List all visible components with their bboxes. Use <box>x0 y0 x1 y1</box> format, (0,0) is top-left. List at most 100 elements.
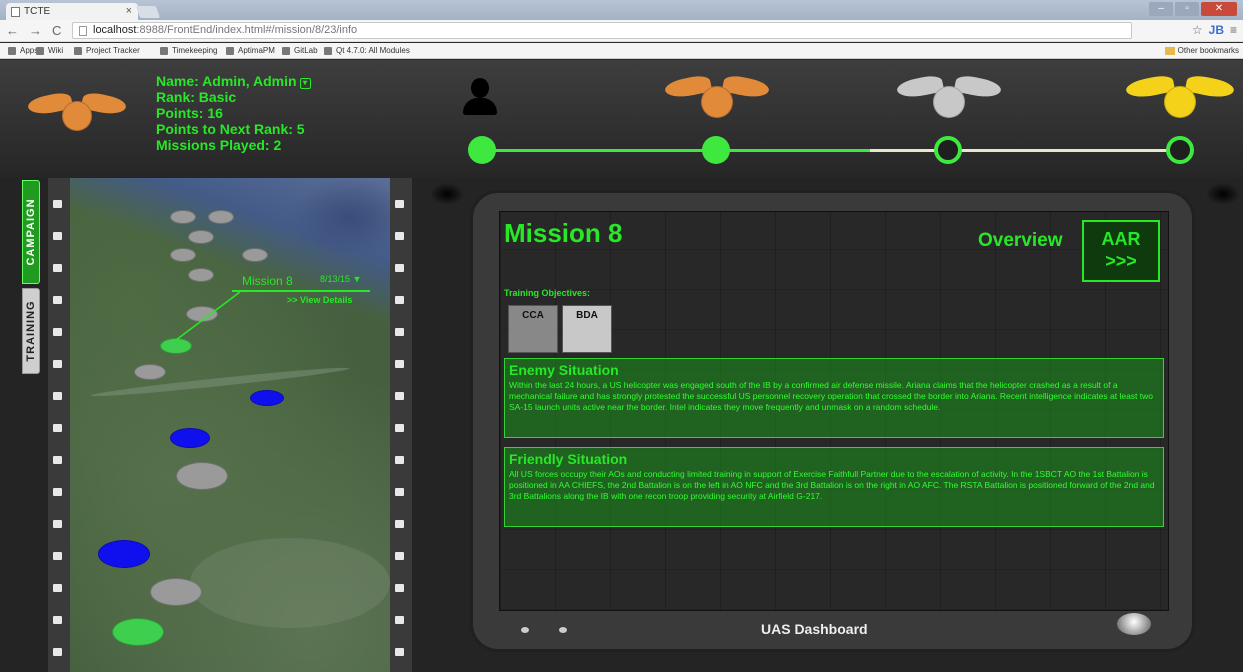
sprocket-hole <box>395 232 404 240</box>
friendly-situation-panel: Friendly Situation All US forces occupy … <box>504 447 1164 527</box>
new-tab-button[interactable] <box>135 6 161 18</box>
page-icon <box>324 46 332 55</box>
url-path: :8988/FrontEnd/index.html#/mission/8/23/… <box>136 24 358 36</box>
browser-tab[interactable]: TCTE × <box>6 3 138 20</box>
bookmark-timekeeping[interactable]: Timekeeping <box>160 46 218 55</box>
bookmark-label: Timekeeping <box>172 46 218 55</box>
user-points: Points: 16 <box>156 105 223 121</box>
sprocket-hole <box>395 392 404 400</box>
console-knob[interactable] <box>1117 613 1151 635</box>
film-strip-left <box>48 178 70 672</box>
minimize-icon[interactable]: – <box>1149 2 1173 16</box>
browser-tab-bar: TCTE × – ▫ ✕ <box>0 0 1243 20</box>
star-icon[interactable]: ☆ <box>1192 23 1203 37</box>
console-bolt <box>430 183 464 205</box>
nav-buttons: ← → C <box>6 23 61 38</box>
bronze-rank-icon <box>663 73 771 122</box>
apps-icon <box>8 46 16 55</box>
silver-rank-icon <box>895 73 1003 122</box>
other-bookmarks[interactable]: Other bookmarks <box>1164 46 1239 55</box>
sprocket-hole <box>53 488 62 496</box>
sprocket-hole <box>395 520 404 528</box>
mission-title: Mission 8 <box>504 218 623 248</box>
enemy-situation-heading: Enemy Situation <box>509 362 619 378</box>
view-details-link[interactable]: >> View Details <box>287 295 352 305</box>
user-rank: Rank: Basic <box>156 89 237 105</box>
console-bolt <box>1206 183 1240 205</box>
user-info: Name: Admin, Admin ▾ Rank: Basic Points: … <box>156 73 311 153</box>
map-callout-leader <box>175 291 241 341</box>
progress-track-remaining <box>870 149 1180 152</box>
menu-icon[interactable]: ≡ <box>1230 23 1237 37</box>
back-icon[interactable]: ← <box>6 23 19 38</box>
sprocket-hole <box>53 424 62 432</box>
page-icon <box>160 46 168 55</box>
bookmark-aptimapm[interactable]: AptimaPM <box>226 46 275 55</box>
objective-label: CCA <box>522 310 544 321</box>
bookmark-label: GitLab <box>294 46 318 55</box>
page-icon <box>11 7 20 17</box>
sprocket-hole <box>395 616 404 624</box>
sprocket-hole <box>53 328 62 336</box>
reload-icon[interactable]: C <box>52 23 61 38</box>
mission-screen: Mission 8 Overview AAR >>> Training Obje… <box>499 211 1169 611</box>
folder-icon <box>1164 46 1175 55</box>
sprocket-hole <box>395 360 404 368</box>
forward-icon[interactable]: → <box>29 23 42 38</box>
tab-campaign-label: CAMPAIGN <box>25 198 37 266</box>
bookmark-apps[interactable]: Apps <box>8 46 38 55</box>
bookmark-label: AptimaPM <box>238 46 275 55</box>
progress-node-bronze <box>702 136 730 164</box>
objective-cca[interactable]: CCA <box>508 305 558 353</box>
bookmark-qt[interactable]: Qt 4.7.0: All Modules <box>324 46 410 55</box>
browser-tab-title: TCTE <box>24 6 51 17</box>
tab-training-label: TRAINING <box>25 300 37 362</box>
maximize-icon[interactable]: ▫ <box>1175 2 1199 16</box>
sprocket-hole <box>395 584 404 592</box>
other-bookmarks-label: Other bookmarks <box>1177 46 1239 55</box>
enemy-situation-panel: Enemy Situation Within the last 24 hours… <box>504 358 1164 438</box>
user-dropdown-icon[interactable]: ▾ <box>299 78 311 89</box>
overview-label: Overview <box>978 230 1063 251</box>
bookmark-project-tracker[interactable]: Project Tracker <box>74 46 140 55</box>
callout-mission-date[interactable]: 8/13/15 ▼ <box>320 274 361 284</box>
bookmark-wiki[interactable]: Wiki <box>36 46 63 55</box>
page-icon <box>79 26 87 36</box>
console-indicator-light <box>559 627 567 633</box>
sprocket-hole <box>53 520 62 528</box>
aar-arrows: >>> <box>1105 251 1137 271</box>
sprocket-hole <box>53 616 62 624</box>
window-close-icon[interactable]: ✕ <box>1201 2 1237 16</box>
sprocket-hole <box>395 296 404 304</box>
progress-node-silver <box>934 136 962 164</box>
campaign-map[interactable] <box>70 178 390 672</box>
tab-training[interactable]: TRAINING <box>22 288 40 374</box>
sprocket-hole <box>395 200 404 208</box>
sprocket-hole <box>395 328 404 336</box>
objective-bda[interactable]: BDA <box>562 305 612 353</box>
sprocket-hole <box>395 456 404 464</box>
progress-node-gold <box>1166 136 1194 164</box>
address-bar[interactable]: localhost:8988/FrontEnd/index.html#/miss… <box>72 22 1132 39</box>
sprocket-hole <box>395 488 404 496</box>
training-objectives-label: Training Objectives: <box>504 288 591 298</box>
close-tab-icon[interactable]: × <box>126 5 132 17</box>
sprocket-hole <box>395 424 404 432</box>
aar-button[interactable]: AAR >>> <box>1082 220 1160 282</box>
app-root: TCTE × – ▫ ✕ ← → C localhost:8988/FrontE… <box>0 0 1243 672</box>
gold-rank-icon <box>1124 73 1236 122</box>
sprocket-hole <box>395 648 404 656</box>
bookmark-gitlab[interactable]: GitLab <box>282 46 318 55</box>
gitlab-icon <box>282 46 290 55</box>
sprocket-hole <box>53 264 62 272</box>
sprocket-hole <box>53 392 62 400</box>
callout-underline <box>232 290 370 292</box>
profile-badge[interactable]: JB <box>1209 23 1224 37</box>
bookmarks-bar: Apps Wiki Project Tracker Timekeeping Ap… <box>0 43 1243 59</box>
tab-campaign[interactable]: CAMPAIGN <box>22 180 40 284</box>
film-strip-right <box>390 178 412 672</box>
bookmark-label: Qt 4.7.0: All Modules <box>336 46 410 55</box>
sprocket-hole <box>53 456 62 464</box>
enemy-situation-text: Within the last 24 hours, a US helicopte… <box>509 380 1153 412</box>
browser-nav-bar: ← → C localhost:8988/FrontEnd/index.html… <box>0 20 1243 42</box>
